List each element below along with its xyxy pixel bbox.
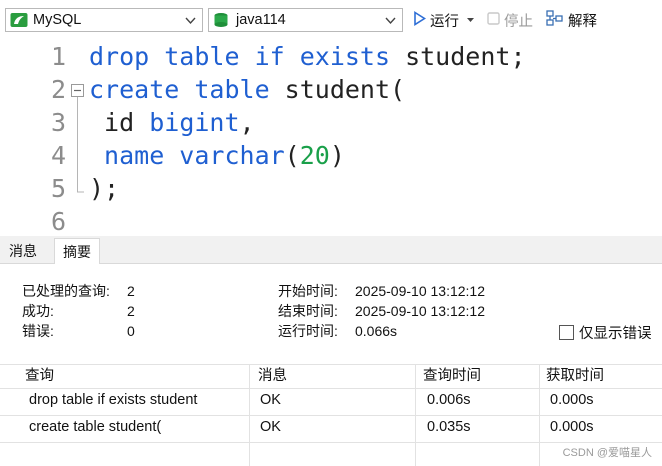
code-token: create table bbox=[89, 75, 270, 104]
result-tabs: 消息 摘要 bbox=[0, 236, 662, 264]
table-cell-query[interactable]: drop table if exists student bbox=[29, 388, 197, 413]
toolbar: MySQL java114 运行 停止 解释 bbox=[0, 0, 662, 40]
error-label: 错误: bbox=[22, 323, 54, 339]
only-errors-label: 仅显示错误 bbox=[579, 326, 652, 342]
processed-queries-label: 已处理的查询: bbox=[22, 283, 110, 299]
line-number: 6 bbox=[50, 207, 66, 236]
fold-toggle-icon[interactable] bbox=[70, 84, 86, 204]
chevron-down-icon bbox=[385, 17, 396, 25]
code-text[interactable]: ); bbox=[89, 174, 119, 203]
code-token: drop table if exists bbox=[89, 42, 391, 71]
tab-messages[interactable]: 消息 bbox=[1, 238, 45, 264]
code-token: 20 bbox=[299, 141, 330, 170]
explain-label: 解释 bbox=[568, 13, 597, 30]
table-cell-fetch-time[interactable]: 0.000s bbox=[550, 388, 594, 413]
code-token: name varchar bbox=[89, 141, 285, 170]
play-icon bbox=[413, 10, 426, 30]
table-cell-message[interactable]: OK bbox=[260, 388, 281, 413]
code-text[interactable]: name varchar(20) bbox=[89, 141, 345, 170]
summary-panel: 已处理的查询: 2 成功: 2 错误: 0 开始时间: 2025-09-10 1… bbox=[0, 265, 662, 365]
code-token: id bbox=[89, 108, 150, 137]
line-number: 2 bbox=[50, 75, 66, 104]
code-token: ( bbox=[284, 141, 300, 170]
stop-icon bbox=[487, 11, 500, 29]
error-value: 0 bbox=[127, 323, 135, 339]
start-time-label: 开始时间: bbox=[278, 283, 338, 299]
code-text[interactable]: drop table if exists student; bbox=[89, 42, 526, 71]
processed-queries-value: 2 bbox=[127, 283, 135, 299]
elapsed-time-label: 运行时间: bbox=[278, 323, 338, 339]
code-token: ); bbox=[89, 174, 120, 203]
sql-editor[interactable]: 1 drop table if exists student; 2 create ta… bbox=[0, 40, 662, 236]
connection-select[interactable]: MySQL bbox=[5, 8, 203, 32]
start-time-value: 2025-09-10 13:12:12 bbox=[355, 283, 485, 299]
table-cell-fetch-time[interactable]: 0.000s bbox=[550, 415, 594, 440]
elapsed-time-value: 0.066s bbox=[355, 323, 398, 339]
code-line[interactable]: 1 drop table if exists student; bbox=[0, 42, 662, 75]
code-line[interactable]: 3 id bigint, bbox=[0, 108, 662, 141]
code-line[interactable]: 2 create table student( bbox=[0, 75, 662, 108]
database-label: java114 bbox=[236, 12, 286, 28]
explain-icon bbox=[546, 10, 564, 30]
column-header-fetch-time[interactable]: 获取时间 bbox=[546, 364, 604, 389]
success-value: 2 bbox=[127, 303, 135, 319]
line-number: 1 bbox=[50, 42, 66, 71]
code-token: ) bbox=[329, 141, 345, 170]
stop-label: 停止 bbox=[504, 13, 533, 30]
column-header-query-time[interactable]: 查询时间 bbox=[423, 364, 481, 389]
end-time-label: 结束时间: bbox=[278, 303, 338, 319]
run-button[interactable]: 运行 bbox=[413, 10, 475, 30]
explain-button[interactable]: 解释 bbox=[546, 10, 597, 30]
mysql-icon bbox=[10, 12, 28, 28]
table-cell-message[interactable]: OK bbox=[260, 415, 281, 440]
table-cell-query[interactable]: create table student( bbox=[29, 415, 161, 440]
database-icon bbox=[213, 12, 231, 28]
code-line[interactable]: 5); bbox=[0, 174, 662, 207]
code-token: , bbox=[239, 108, 255, 137]
line-number: 5 bbox=[50, 174, 66, 203]
success-label: 成功: bbox=[22, 303, 54, 319]
code-token: student( bbox=[269, 75, 406, 104]
code-text[interactable]: create table student( bbox=[89, 75, 405, 104]
run-label: 运行 bbox=[430, 13, 459, 30]
column-header-query[interactable]: 查询 bbox=[25, 364, 54, 389]
chevron-down-icon bbox=[185, 17, 196, 25]
code-token: bigint bbox=[149, 108, 240, 137]
code-token: student; bbox=[390, 42, 526, 71]
table-cell-query-time[interactable]: 0.035s bbox=[427, 415, 471, 440]
line-number: 4 bbox=[50, 141, 66, 170]
only-errors-checkbox[interactable]: 仅显示错误 bbox=[559, 322, 652, 343]
end-time-value: 2025-09-10 13:12:12 bbox=[355, 303, 485, 319]
checkbox-box[interactable] bbox=[559, 325, 574, 340]
row-divider bbox=[0, 442, 662, 443]
connection-label: MySQL bbox=[33, 12, 82, 28]
stop-button[interactable]: 停止 bbox=[487, 10, 533, 30]
code-line[interactable]: 4 name varchar(20) bbox=[0, 141, 662, 174]
tab-summary[interactable]: 摘要 bbox=[54, 238, 100, 264]
watermark: CSDN @爱喵星人 bbox=[560, 444, 654, 460]
column-header-message[interactable]: 消息 bbox=[258, 364, 287, 389]
database-select[interactable]: java114 bbox=[208, 8, 403, 32]
table-cell-query-time[interactable]: 0.006s bbox=[427, 388, 471, 413]
code-text[interactable]: id bigint, bbox=[89, 108, 255, 137]
line-number: 3 bbox=[50, 108, 66, 137]
run-dropdown-icon[interactable] bbox=[466, 16, 475, 24]
